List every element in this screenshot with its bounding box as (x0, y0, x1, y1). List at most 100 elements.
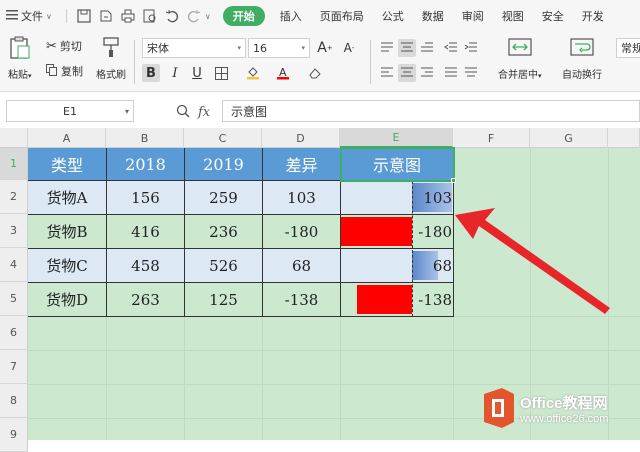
tab-home[interactable]: 开始 (222, 6, 265, 26)
font-color-icon[interactable]: A (274, 64, 292, 82)
table-cell[interactable]: 货物D (28, 283, 107, 317)
column-header[interactable]: C (184, 128, 262, 148)
align-top-icon[interactable] (378, 39, 396, 57)
row-header[interactable]: 8 (0, 384, 28, 418)
column-header-selected[interactable]: E (340, 128, 453, 148)
redo-icon[interactable] (186, 8, 202, 24)
select-all-corner[interactable] (0, 128, 28, 148)
row-header[interactable]: 7 (0, 350, 28, 384)
print-preview-icon[interactable] (142, 8, 158, 24)
merge-center-label: 合并居中 (498, 70, 538, 81)
align-left-icon[interactable] (378, 64, 396, 82)
indent-decrease-icon[interactable] (442, 39, 460, 57)
number-format-select[interactable]: 常规 (616, 38, 640, 58)
chevron-down-icon[interactable]: ∨ (205, 12, 211, 21)
paste-icon (9, 36, 31, 63)
align-middle-icon[interactable] (398, 39, 416, 57)
table-cell[interactable]: 货物C (28, 249, 107, 283)
column-header[interactable] (608, 128, 640, 148)
table-cell[interactable]: 货物A (28, 181, 107, 215)
row-header[interactable]: 9 (0, 418, 28, 452)
export-icon[interactable] (98, 8, 114, 24)
font-size-select[interactable]: 16 ▾ (248, 38, 310, 58)
paste-button[interactable]: 粘贴▾ (8, 36, 32, 81)
table-cell[interactable]: 236 (185, 215, 263, 249)
indent-increase-icon[interactable] (462, 39, 480, 57)
format-painter-button[interactable]: 格式刷 (96, 36, 126, 81)
underline-icon[interactable]: U (188, 64, 206, 82)
column-header[interactable]: D (262, 128, 340, 148)
table-cell[interactable]: 103 (263, 181, 341, 215)
fill-color-icon[interactable] (244, 64, 262, 82)
tab-review[interactable]: 审阅 (462, 8, 484, 24)
fx-icon[interactable]: fx (198, 105, 210, 120)
table-cell[interactable]: 货物B (28, 215, 107, 249)
header-cell[interactable]: 2019 (185, 148, 263, 181)
table-cell[interactable]: -138 (263, 283, 341, 317)
row-header[interactable]: 5 (0, 282, 28, 316)
tab-developer[interactable]: 开发 (582, 8, 604, 24)
align-bottom-icon[interactable] (418, 39, 436, 57)
watermark: Office教程网 www.office26.com (478, 380, 640, 440)
borders-icon[interactable] (212, 64, 230, 82)
cut-label: 剪切 (59, 40, 82, 53)
format-painter-label: 格式刷 (96, 70, 126, 81)
tab-security[interactable]: 安全 (542, 8, 564, 24)
tab-formulas[interactable]: 公式 (382, 8, 404, 24)
file-menu[interactable]: 文件 ∨ (6, 8, 52, 24)
bold-icon[interactable]: B (142, 64, 160, 82)
row-header[interactable]: 2 (0, 180, 28, 214)
undo-icon[interactable] (164, 8, 180, 24)
decrease-font-icon[interactable]: A- (340, 39, 358, 57)
fill-handle[interactable] (451, 178, 456, 183)
align-center-icon[interactable] (398, 64, 416, 82)
ribbon-toolbar: 粘贴▾ ✂ 剪切 复制 格式刷 宋体 ▾ 16 ▾ A+ A- B I U A (0, 32, 640, 92)
column-header[interactable]: F (453, 128, 530, 148)
formula-input[interactable]: 示意图 (222, 100, 640, 122)
divider (65, 9, 67, 23)
row-header[interactable]: 4 (0, 248, 28, 282)
distributed-icon[interactable] (462, 64, 480, 82)
table-cell[interactable]: 259 (185, 181, 263, 215)
name-box[interactable]: E1 ▾ (6, 100, 134, 122)
table-cell[interactable]: 526 (185, 249, 263, 283)
align-right-icon[interactable] (418, 64, 436, 82)
table-cell[interactable]: 156 (107, 181, 185, 215)
column-header[interactable]: B (106, 128, 184, 148)
clear-format-icon[interactable] (306, 64, 324, 82)
table-cell[interactable]: 458 (107, 249, 185, 283)
merge-center-button[interactable]: 合并居中▾ (498, 36, 542, 81)
table-cell[interactable]: 125 (185, 283, 263, 317)
font-name-value: 宋体 (147, 42, 169, 55)
column-header[interactable]: A (28, 128, 106, 148)
zoom-icon[interactable] (176, 104, 190, 121)
print-icon[interactable] (120, 8, 136, 24)
databar-axis (411, 181, 413, 317)
header-cell[interactable]: 类型 (28, 148, 107, 181)
tab-data[interactable]: 数据 (422, 8, 444, 24)
save-icon[interactable] (76, 8, 92, 24)
column-header[interactable]: G (530, 128, 608, 148)
row-header[interactable]: 3 (0, 214, 28, 248)
merge-cells-icon (508, 36, 532, 61)
justify-icon[interactable] (442, 64, 460, 82)
office-logo-icon (484, 388, 514, 428)
header-cell[interactable]: 差异 (263, 148, 341, 181)
tab-page-layout[interactable]: 页面布局 (320, 8, 364, 24)
table-cell[interactable]: -180 (263, 215, 341, 249)
formula-bar: E1 ▾ fx 示意图 (0, 92, 640, 128)
table-cell[interactable]: 416 (107, 215, 185, 249)
header-cell[interactable]: 2018 (107, 148, 185, 181)
italic-icon[interactable]: I (166, 64, 184, 82)
row-header[interactable]: 6 (0, 316, 28, 350)
table-cell[interactable]: 263 (107, 283, 185, 317)
cut-button[interactable]: ✂ 剪切 (46, 38, 82, 54)
increase-font-icon[interactable]: A + (316, 39, 334, 57)
wrap-text-button[interactable]: 自动换行 (562, 36, 602, 81)
table-cell[interactable]: 68 (263, 249, 341, 283)
row-header-selected[interactable]: 1 (0, 148, 28, 180)
font-name-select[interactable]: 宋体 ▾ (142, 38, 246, 58)
copy-button[interactable]: 复制 (46, 63, 83, 79)
tab-view[interactable]: 视图 (502, 8, 524, 24)
tab-insert[interactable]: 插入 (280, 8, 302, 24)
